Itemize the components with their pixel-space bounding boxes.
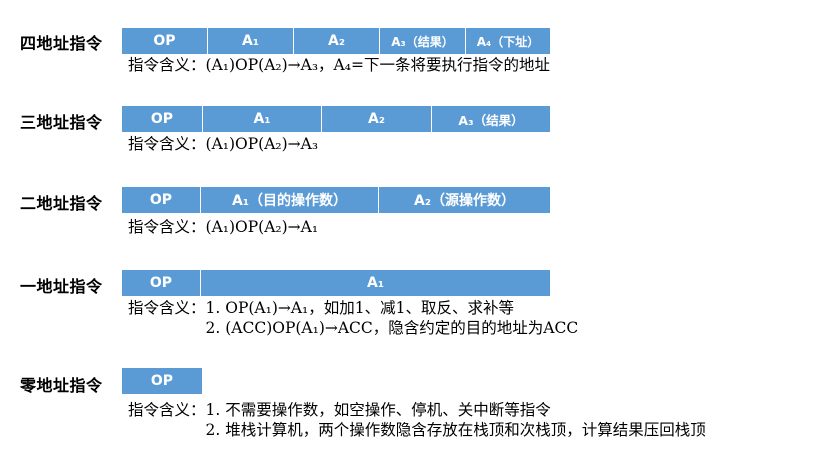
field-a3: A₃（结果） <box>380 28 466 54</box>
field-op: OP <box>122 187 201 213</box>
field-a2: A₂ <box>322 106 432 132</box>
field-a2: A₂ <box>294 28 380 54</box>
desc-label: 指令含义： <box>128 135 206 153</box>
field-op: OP <box>122 28 208 54</box>
field-op: OP <box>122 106 203 132</box>
desc-zero-address: 指令含义：1. 不需要操作数，如空操作、停机、关中断等指令 指令含义：2. 堆栈… <box>128 400 706 440</box>
format-three-address: OP A₁ A₂ A₃（结果） <box>122 106 550 132</box>
title-zero-address: 零地址指令 <box>20 376 103 395</box>
field-a3: A₃（结果） <box>458 112 524 128</box>
desc-label: 指令含义： <box>128 299 206 317</box>
title-three-address: 三地址指令 <box>20 113 103 132</box>
title-two-address: 二地址指令 <box>20 194 103 213</box>
field-a1: A₁ <box>208 28 294 54</box>
desc-line-1: 1. OP(A₁)→A₁，如加1、减1、取反、求补等 <box>205 299 514 317</box>
field-op: OP <box>150 373 174 389</box>
field-a2: A₂（源操作数） <box>414 193 515 209</box>
desc-line-1: (A₁)OP(A₂)→A₁ <box>205 218 319 236</box>
format-one-address: OP A₁ <box>122 270 550 296</box>
desc-line-1: 1. 不需要操作数，如空操作、停机、关中断等指令 <box>205 401 551 419</box>
field-a1: A₁（目的操作数） <box>201 187 379 213</box>
field-op: OP <box>122 270 201 296</box>
desc-one-address: 指令含义：1. OP(A₁)→A₁，如加1、减1、取反、求补等 指令含义：2. … <box>128 298 578 338</box>
field-a1: A₁ <box>367 275 384 291</box>
field-a1: A₁ <box>203 106 322 132</box>
desc-three-address: 指令含义：(A₁)OP(A₂)→A₃ <box>128 134 318 154</box>
desc-label: 指令含义： <box>128 56 206 74</box>
title-one-address: 一地址指令 <box>20 277 103 296</box>
format-two-address: OP A₁（目的操作数） A₂（源操作数） <box>122 187 550 213</box>
field-a4: A₄（下址） <box>476 34 540 49</box>
title-four-address: 四地址指令 <box>20 34 103 53</box>
desc-four-address: 指令含义：(A₁)OP(A₂)→A₃，A₄=下一条将要执行指令的地址 <box>128 55 550 75</box>
desc-label: 指令含义： <box>128 218 206 236</box>
desc-line-1: (A₁)OP(A₂)→A₃，A₄=下一条将要执行指令的地址 <box>205 56 550 74</box>
format-four-address: OP A₁ A₂ A₃（结果） A₄（下址） <box>122 28 550 54</box>
format-zero-address: OP <box>122 368 202 394</box>
desc-line-1: (A₁)OP(A₂)→A₃ <box>205 135 319 153</box>
desc-line-2: 2. (ACC)OP(A₁)→ACC，隐含约定的目的地址为ACC <box>205 319 579 337</box>
desc-line-2: 2. 堆栈计算机，两个操作数隐含存放在栈顶和次栈顶，计算结果压回栈顶 <box>205 421 706 439</box>
desc-two-address: 指令含义：(A₁)OP(A₂)→A₁ <box>128 217 318 237</box>
desc-label: 指令含义： <box>128 401 206 419</box>
